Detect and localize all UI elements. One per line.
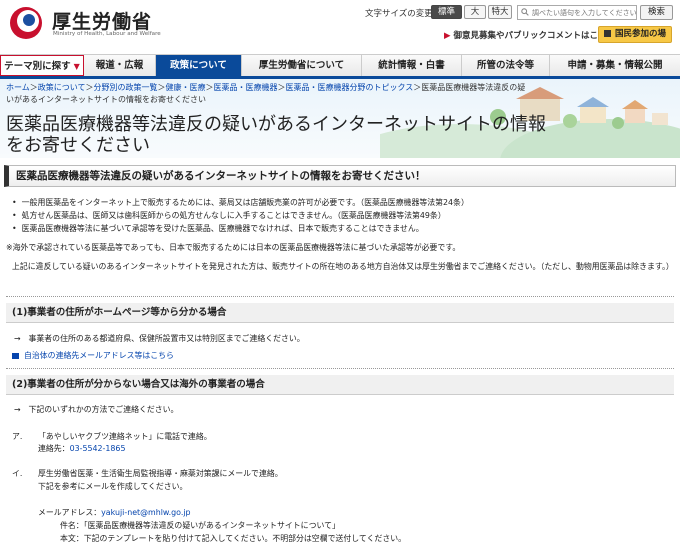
- case1-text: → 事業者の住所のある都道府県、保健所設置市又は特別区までご連絡ください。: [14, 334, 305, 343]
- search-button[interactable]: 検索: [640, 5, 673, 20]
- nav-tab-applications[interactable]: 申請・募集・情報公開: [550, 55, 680, 76]
- global-nav: テーマ別に探す ▼ 報道・広報 政策について 厚生労働省について 統計情報・白書 …: [0, 54, 680, 79]
- nav-tab-laws[interactable]: 所管の法令等: [462, 55, 550, 76]
- option-a-contact: 連絡先：03-5542-1865: [38, 443, 125, 454]
- nav-tab-statistics[interactable]: 統計情報・白書: [362, 55, 462, 76]
- font-size-xlarge-button[interactable]: 特大: [488, 5, 512, 19]
- breadcrumb-link[interactable]: 医薬品・医療機器分野のトピックス: [286, 83, 414, 92]
- breadcrumb-separator: ＞: [85, 83, 94, 92]
- list-item: 一般用医薬品をインターネット上で販売するためには、薬局又は店舗販売業の許可が必要…: [12, 196, 469, 209]
- list-item: 医薬品医療機器等法に基づいて承認等を受けた医薬品、医療機器でなければ、日本で販売…: [12, 222, 469, 235]
- divider: [6, 368, 674, 369]
- overseas-note: ※海外で承認されている医薬品等であっても、日本で販売するためには日本の医薬品医療…: [6, 243, 461, 252]
- contact-label: 連絡先：: [38, 444, 70, 453]
- breadcrumb-link[interactable]: ホーム: [6, 83, 30, 92]
- option-i-text: 厚生労働省医薬・生活衛生局監視指導・麻薬対策課にメールで連絡。: [38, 469, 283, 478]
- search-box: [517, 5, 637, 20]
- subject-line: 件名：「医薬品医療機器等法違反の疑いがあるインターネットサイトについて」: [60, 520, 340, 531]
- option-a-text: 「あやしいヤクブツ連絡ネット」に電話で連絡。: [38, 432, 212, 441]
- search-button-label: 検索: [647, 7, 665, 17]
- breadcrumb-separator: ＞: [29, 83, 38, 92]
- body-label: 本文：: [60, 534, 84, 543]
- body-text: 下記のテンプレートを貼り付けて記入してください。不明部分は空欄で送付してください…: [83, 534, 407, 543]
- breadcrumb-separator: ＞: [157, 83, 166, 92]
- phone-link[interactable]: 03-5542-1865: [70, 444, 126, 453]
- arrow-right-icon: ▶: [444, 31, 451, 41]
- breadcrumb-link[interactable]: 健康・医療: [166, 83, 206, 92]
- email-link[interactable]: yakuji-net@mhlw.go.jp: [101, 508, 190, 517]
- municipality-contact-link-label: 自治体の連絡先メールアドレス等はこちら: [24, 351, 174, 360]
- chevron-down-icon: ▼: [73, 62, 80, 71]
- breadcrumb: ホーム＞政策について＞分野別の政策一覧＞健康・医療＞医薬品・医療機器＞医薬品・医…: [6, 82, 526, 106]
- mail-line: メールアドレス：yakuji-net@mhlw.go.jp: [38, 507, 191, 518]
- search-icon: [521, 8, 529, 16]
- public-comment-link[interactable]: ▶ 御意見募集やパブリックコメントはこちら: [444, 29, 615, 41]
- search-input[interactable]: [532, 6, 636, 19]
- mhlw-logo-icon[interactable]: [8, 5, 44, 41]
- case1-heading: (1)事業者の住所がホームページ等から分かる場合: [6, 303, 674, 323]
- join-button[interactable]: 国民参加の場: [598, 26, 672, 43]
- font-size-large-button[interactable]: 大: [464, 5, 486, 19]
- breadcrumb-link[interactable]: 分野別の政策一覧: [94, 83, 158, 92]
- font-size-label: 文字サイズの変更: [365, 9, 433, 19]
- subject-text: 「医薬品医療機器等法違反の疑いがあるインターネットサイトについて」: [83, 521, 340, 530]
- mail-label: メールアドレス：: [38, 508, 102, 517]
- site-logo-english: Ministry of Health, Labour and Welfare: [53, 31, 161, 37]
- option-i-sub: 下記を参考にメールを作成してください。: [38, 482, 188, 491]
- link-square-icon: [12, 352, 19, 359]
- breadcrumb-separator: ＞: [205, 83, 214, 92]
- page-title: 医薬品医療機器等法違反の疑いがあるインターネットサイトの情報をお寄せください: [6, 114, 546, 156]
- case2-text: → 下記のいずれかの方法でご連絡ください。: [14, 405, 179, 414]
- site-logo-text[interactable]: 厚生労働省: [52, 7, 152, 34]
- requirements-list: 一般用医薬品をインターネット上で販売するためには、薬局又は店舗販売業の許可が必要…: [12, 196, 469, 235]
- public-comment-label: 御意見募集やパブリックコメントはこちら: [453, 31, 616, 41]
- breadcrumb-link[interactable]: 医薬品・医療機器: [214, 83, 278, 92]
- nav-tab-themes[interactable]: テーマ別に探す ▼: [0, 55, 84, 76]
- intro-paragraph: 上記に違反している疑いのあるインターネットサイトを発見された方は、販売サイトの所…: [12, 262, 674, 271]
- square-icon: [603, 30, 611, 37]
- breadcrumb-link[interactable]: 政策について: [38, 83, 86, 92]
- list-item: 処方せん医薬品は、医師又は歯科医師からの処方せんなしに入手することはできません。…: [12, 209, 469, 222]
- breadcrumb-separator: ＞: [277, 83, 286, 92]
- body-line: 本文：下記のテンプレートを貼り付けて記入してください。不明部分は空欄で送付してく…: [60, 533, 406, 544]
- join-button-label: 国民参加の場: [614, 29, 666, 39]
- subject-label: 件名：: [60, 521, 84, 530]
- option-a-label: ア.: [12, 432, 23, 441]
- case2-heading: (2)事業者の住所が分からない場合又は海外の事業者の場合: [6, 375, 674, 395]
- section-heading: 医薬品医療機器等法違反の疑いがあるインターネットサイトの情報をお寄せください！: [4, 165, 676, 187]
- nav-tab-label: テーマ別に探す: [4, 61, 71, 72]
- municipality-contact-link[interactable]: 自治体の連絡先メールアドレス等はこちら: [12, 350, 174, 361]
- nav-tab-policy[interactable]: 政策について: [156, 55, 242, 76]
- font-size-standard-button[interactable]: 標準: [431, 5, 462, 19]
- nav-tab-about[interactable]: 厚生労働省について: [242, 55, 362, 76]
- nav-tab-press[interactable]: 報道・広報: [84, 55, 156, 76]
- site-header: 厚生労働省 Ministry of Health, Labour and Wel…: [0, 0, 680, 50]
- divider: [6, 296, 674, 297]
- option-i-label: イ.: [12, 469, 23, 478]
